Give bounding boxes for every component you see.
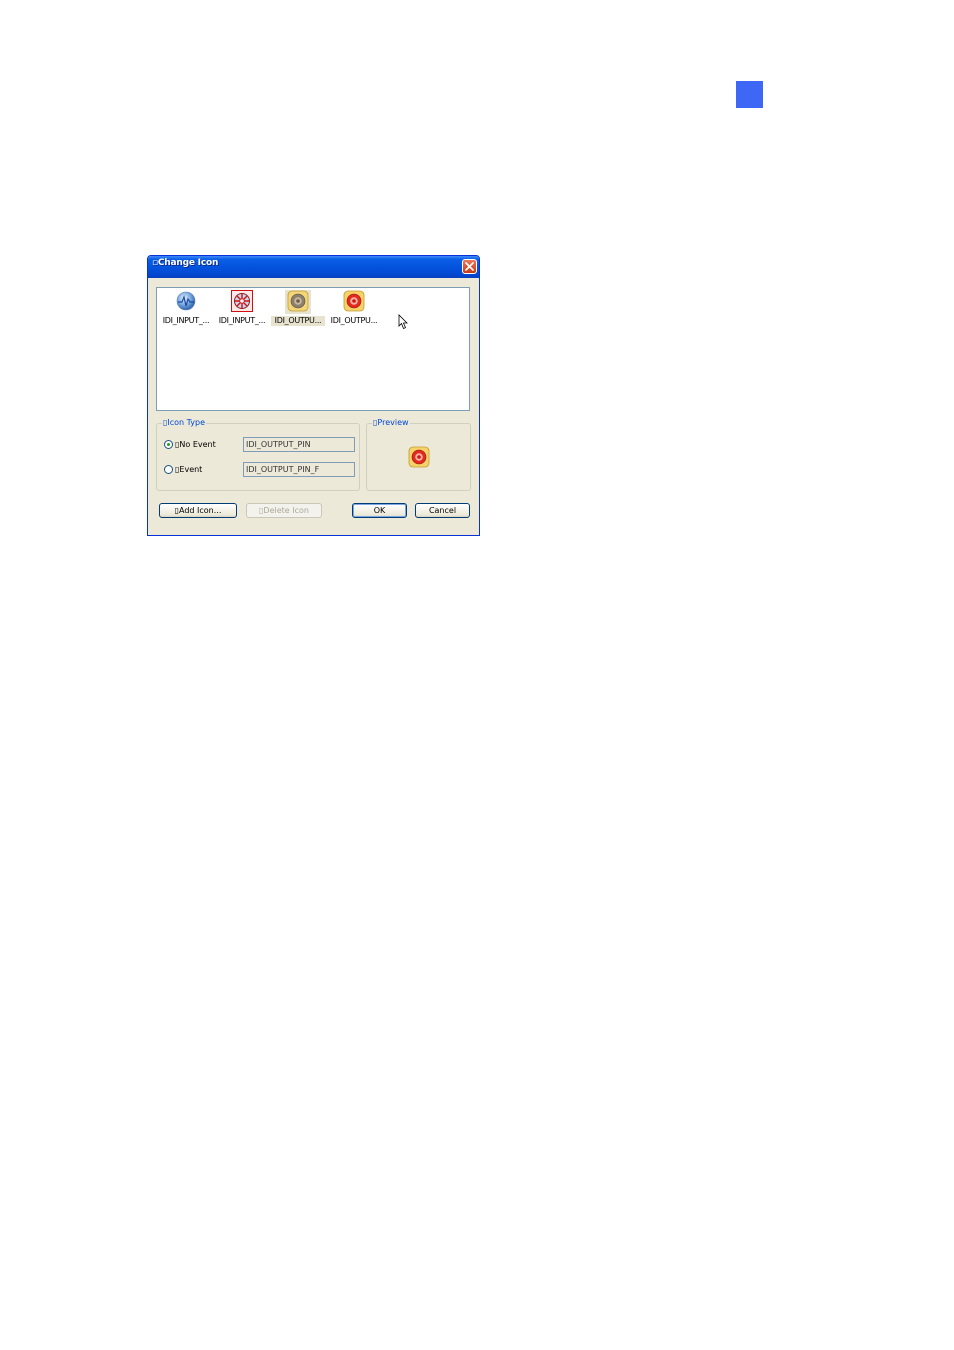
list-item-label: IDI_INPUT_... [162, 316, 210, 325]
icon-type-group-label: ▯Icon Type [162, 417, 207, 429]
mouse-pointer-icon [398, 314, 408, 330]
event-icon-field: IDI_OUTPUT_PIN_F [243, 462, 355, 477]
input-alert-icon [231, 290, 253, 312]
list-item-label: IDI_OUTPU... [330, 316, 378, 325]
list-item-input-1[interactable]: IDI_INPUT_... [159, 290, 213, 330]
cancel-button[interactable]: Cancel [415, 503, 470, 518]
dialog-title: ▫Change Icon [152, 258, 219, 268]
list-item-label: IDI_OUTPU... [271, 316, 325, 326]
change-icon-dialog: ▫Change Icon IDI_INPUT_... IDI_INPUT_...… [147, 255, 480, 536]
list-item-output-2[interactable]: IDI_OUTPU... [327, 290, 381, 330]
close-icon [465, 262, 474, 271]
page-corner-marker [736, 81, 763, 108]
no-event-icon-field: IDI_OUTPUT_PIN [243, 437, 355, 452]
preview-group: ▯Preview [366, 417, 471, 491]
no-event-radio-option[interactable]: ▯No Event [164, 437, 216, 451]
close-button[interactable] [462, 259, 477, 274]
input-wave-icon [176, 291, 196, 311]
event-radio[interactable] [164, 464, 173, 474]
list-item-output-1[interactable]: IDI_OUTPU... [271, 290, 325, 330]
no-event-label: ▯No Event [175, 439, 216, 449]
icon-type-group: ▯Icon Type ▯No Event IDI_OUTPUT_PIN ▯Eve… [156, 417, 360, 491]
event-radio-option[interactable]: ▯Event [164, 462, 202, 476]
output-pin-event-icon [343, 290, 365, 312]
icon-list[interactable]: IDI_INPUT_... IDI_INPUT_... IDI_OUTPU...… [156, 287, 470, 411]
preview-group-label: ▯Preview [372, 417, 410, 429]
delete-icon-button[interactable]: ▯Delete Icon [246, 503, 322, 518]
add-icon-button[interactable]: ▯Add Icon... [159, 503, 237, 518]
dialog-titlebar[interactable]: ▫Change Icon [148, 256, 479, 278]
ok-button[interactable]: OK [352, 503, 407, 518]
no-event-radio[interactable] [164, 439, 173, 449]
dialog-body: IDI_INPUT_... IDI_INPUT_... IDI_OUTPU...… [151, 278, 476, 532]
output-pin-icon [287, 290, 309, 312]
output-pin-event-icon [408, 446, 430, 468]
list-item-label: IDI_INPUT_... [218, 316, 266, 325]
list-item-input-2[interactable]: IDI_INPUT_... [215, 290, 269, 330]
event-label: ▯Event [175, 464, 203, 474]
